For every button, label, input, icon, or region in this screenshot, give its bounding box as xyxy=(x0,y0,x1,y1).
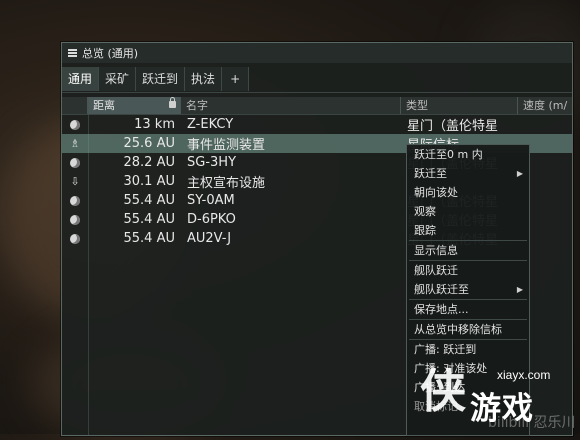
structure-icon: ⇩ xyxy=(70,174,80,188)
row-name: Z-EKCY xyxy=(187,117,234,132)
watermark-site: xiayx.com xyxy=(497,368,551,382)
header-name-label: 名字 xyxy=(186,99,208,112)
menu-fleet-warp-to-label: 舰队跃迁至 xyxy=(414,283,469,296)
header-type-label: 类型 xyxy=(406,99,428,112)
celestial-icon xyxy=(70,195,80,206)
row-name: AU2V-J xyxy=(187,231,232,246)
header-distance-label: 距离 xyxy=(93,99,115,112)
beacon-icon: ♗ xyxy=(70,136,80,150)
table-row[interactable]: 13 km Z-EKCY 星门（盖伦特星 xyxy=(62,115,572,134)
add-tab-button[interactable]: + xyxy=(222,67,250,91)
window-titlebar[interactable]: 总览 (通用) xyxy=(62,43,572,63)
menu-warp-to-label: 跃迁至 xyxy=(414,167,447,180)
window-title: 总览 (通用) xyxy=(82,47,139,60)
menu-fleet-warp[interactable]: 舰队跃迁 xyxy=(407,261,529,280)
column-headers: 距离 名字 类型 速度 (m/ xyxy=(62,97,572,115)
lock-icon xyxy=(169,97,176,108)
header-type[interactable]: 类型 xyxy=(401,97,518,114)
row-distance: 25.6 AU xyxy=(123,136,176,151)
row-type: 星门（盖伦特星 xyxy=(407,119,499,134)
row-name: SG-3HY xyxy=(187,155,237,170)
header-name[interactable]: 名字 xyxy=(181,97,401,114)
row-name: 事件监测装置 xyxy=(187,138,266,153)
tab-general[interactable]: 通用 xyxy=(62,67,100,91)
row-name: SY-0AM xyxy=(187,193,235,208)
header-distance[interactable]: 距离 xyxy=(88,97,181,114)
celestial-icon xyxy=(70,214,80,225)
menu-align-to[interactable]: 朝向该处 xyxy=(407,183,529,202)
row-distance: 55.4 AU xyxy=(123,193,176,208)
row-distance: 30.1 AU xyxy=(123,174,176,189)
header-speed-label: 速度 (m/ xyxy=(523,99,568,112)
tab-mining[interactable]: 采矿 xyxy=(99,67,137,91)
menu-remove-from-overview[interactable]: 从总览中移除信标 xyxy=(407,320,529,339)
tab-warp-to[interactable]: 跃迁到 xyxy=(136,67,186,91)
menu-save-location[interactable]: 保存地点... xyxy=(407,300,529,319)
tab-law-enforcement[interactable]: 执法 xyxy=(185,67,223,91)
watermark-bili: bilibili 忍乐川 xyxy=(488,415,576,431)
row-name: D-6PKO xyxy=(187,212,236,227)
row-name: 主权宣布设施 xyxy=(187,176,266,191)
submenu-arrow-icon: ▶ xyxy=(516,285,523,294)
header-speed[interactable]: 速度 (m/ xyxy=(518,97,572,114)
header-icon-column[interactable] xyxy=(62,97,88,114)
menu-track[interactable]: 跟踪 xyxy=(407,221,529,240)
celestial-icon xyxy=(70,119,80,130)
row-distance: 28.2 AU xyxy=(123,155,176,170)
menu-fleet-warp-to[interactable]: 舰队跃迁至 ▶ xyxy=(407,280,529,299)
celestial-icon xyxy=(70,157,80,168)
row-distance: 55.4 AU xyxy=(123,212,176,227)
menu-look-at[interactable]: 观察 xyxy=(407,202,529,221)
submenu-arrow-icon: ▶ xyxy=(516,169,523,178)
menu-warp-to-0m[interactable]: 跃迁至0 m 内 xyxy=(407,145,529,164)
celestial-icon xyxy=(70,233,80,244)
row-distance: 13 km xyxy=(134,117,175,132)
overview-tabs: 通用 采矿 跃迁到 执法 + xyxy=(62,67,572,93)
menu-warp-to[interactable]: 跃迁至 ▶ xyxy=(407,164,529,183)
menu-show-info[interactable]: 显示信息 xyxy=(407,241,529,260)
menu-icon[interactable] xyxy=(68,49,77,57)
watermark-logo: 侠 xyxy=(420,364,466,418)
row-distance: 55.4 AU xyxy=(123,231,176,246)
